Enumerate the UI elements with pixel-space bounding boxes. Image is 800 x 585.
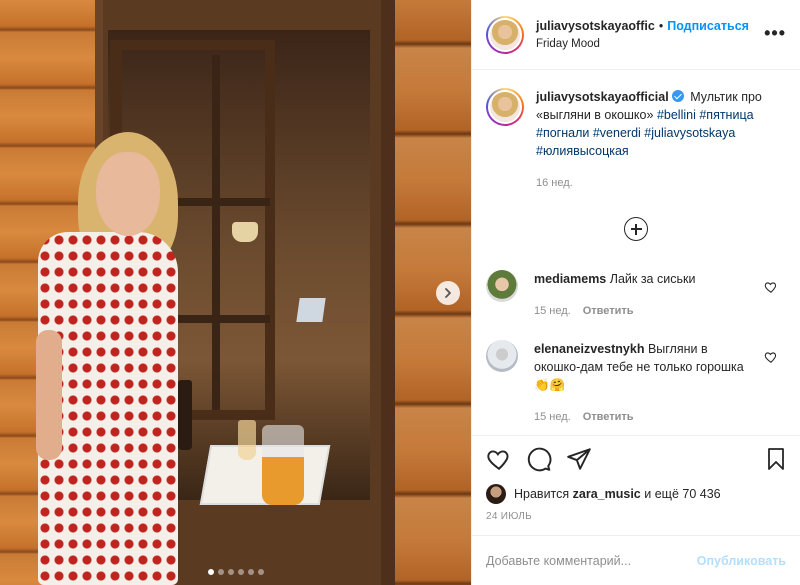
likes-prefix: Нравится (514, 487, 570, 501)
pitcher (262, 425, 304, 505)
heart-icon[interactable] (764, 350, 778, 364)
avatar[interactable] (486, 15, 524, 54)
chevron-right-icon (445, 288, 451, 298)
likes-count[interactable]: и ещё 70 436 (644, 487, 720, 501)
carousel-dot (247, 569, 254, 575)
avatar[interactable] (486, 340, 518, 372)
window-mullion (212, 55, 220, 410)
glass (238, 420, 256, 460)
comment-input[interactable] (486, 553, 686, 568)
heart-icon[interactable] (764, 280, 778, 294)
next-slide-button[interactable] (436, 281, 460, 305)
comments-area: juliavysotskayaofficial Мультик про «выг… (472, 70, 800, 435)
caption: juliavysotskayaofficial Мультик про «выг… (486, 88, 786, 192)
post-viewer: juliavysotskayaoffic • Подписаться Frida… (0, 0, 800, 585)
hashtag-link[interactable]: #пятница (699, 108, 753, 122)
carousel-dot (227, 569, 234, 575)
avatar[interactable] (486, 484, 506, 504)
action-bar (472, 435, 800, 481)
carousel-dot (257, 569, 264, 575)
comment-icon[interactable] (526, 446, 552, 472)
verified-badge-icon (671, 90, 684, 102)
post-photo[interactable] (0, 0, 471, 585)
hashtag-link[interactable]: #погнали (536, 126, 589, 140)
carousel-dots (0, 569, 471, 575)
separator: • (658, 18, 664, 33)
comment-item: mediamems Лайк за сиськи 15 нед. Ответить (486, 270, 786, 320)
add-comment-bar: Опубликовать (472, 535, 800, 585)
comment-time: 15 нед. (534, 411, 571, 423)
carousel-dot (207, 569, 214, 575)
bookmark-icon[interactable] (764, 446, 788, 472)
plus-circle-icon[interactable] (624, 217, 648, 241)
post-header: juliavysotskayaoffic • Подписаться Frida… (472, 0, 800, 70)
post-date[interactable]: 24 ИЮЛЬ (472, 507, 800, 535)
carousel-dot (217, 569, 224, 575)
comment-item: elenaneizvestnykh Выгляни в окошко-дам т… (486, 340, 786, 426)
likes-user[interactable]: zara_music (573, 487, 641, 501)
caption-time: 16 нед. (536, 177, 573, 189)
post-side-panel: juliavysotskayaoffic • Подписаться Frida… (471, 0, 800, 585)
hashtag-link[interactable]: #bellini (657, 108, 696, 122)
header-username[interactable]: juliavysotskayaoffic (536, 17, 655, 35)
comment-username[interactable]: elenaneizvestnykh (534, 342, 644, 356)
comment-username[interactable]: mediamems (534, 272, 606, 286)
more-options-icon[interactable]: ••• (764, 24, 786, 42)
hashtag-link[interactable]: #юлиявысоцкая (536, 144, 629, 158)
comment-text: Лайк за сиськи (609, 272, 696, 286)
likes-summary: Нравится zara_music и ещё 70 436 (472, 481, 800, 507)
avatar[interactable] (486, 88, 524, 126)
hashtag-link[interactable]: #juliavysotskaya (644, 126, 735, 140)
woman-arm (36, 330, 62, 460)
heart-icon[interactable] (486, 446, 512, 472)
follow-button[interactable]: Подписаться (667, 17, 749, 35)
carousel-dot (237, 569, 244, 575)
share-icon[interactable] (566, 446, 592, 472)
reply-button[interactable]: Ответить (583, 408, 634, 426)
comment-time: 15 нед. (534, 305, 571, 317)
reply-button[interactable]: Ответить (583, 302, 634, 320)
laptop-screen (296, 298, 326, 322)
hashtag-link[interactable]: #venerdi (593, 126, 641, 140)
bottle (178, 380, 192, 450)
avatar[interactable] (486, 270, 518, 302)
caption-username[interactable]: juliavysotskayaofficial (536, 90, 669, 104)
woman-face (96, 152, 160, 236)
publish-button[interactable]: Опубликовать (697, 554, 786, 568)
location-link[interactable]: Friday Mood (536, 35, 749, 53)
